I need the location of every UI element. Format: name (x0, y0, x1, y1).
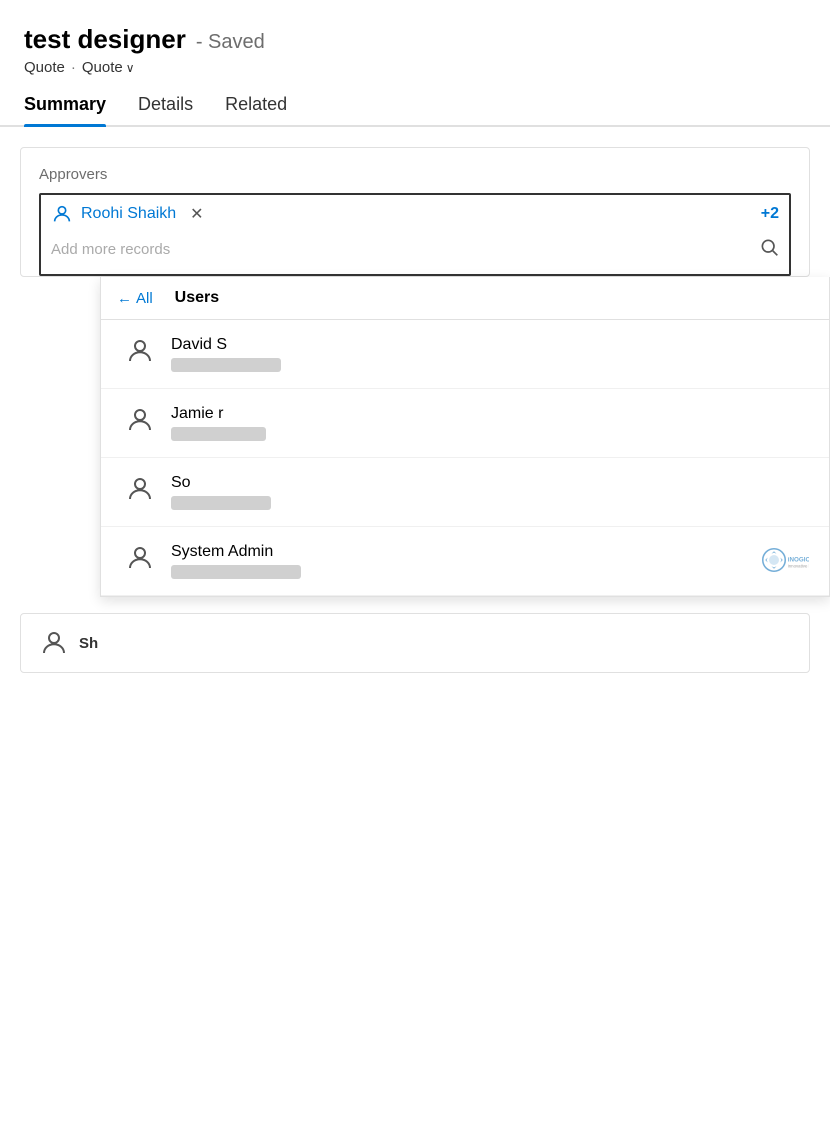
list-item[interactable]: Jamie r (101, 389, 829, 458)
back-label: All (136, 290, 153, 307)
user-name: Jamie r (171, 405, 805, 423)
add-more-placeholder: Add more records (51, 241, 170, 258)
user-sub (171, 496, 271, 510)
breadcrumb: Quote · Quote ∨ (24, 59, 806, 76)
dropdown-header: ← All Users (101, 277, 829, 320)
breadcrumb-entity-dropdown[interactable]: Quote ∨ (82, 59, 135, 76)
inogic-watermark: iNOGIC innovative logic (759, 545, 809, 575)
breadcrumb-separator: · (71, 59, 76, 76)
dropdown-panel: ← All Users David S (100, 277, 830, 597)
approvers-section: Approvers Roohi Shaikh ✕ +2 Add more rec… (20, 147, 810, 277)
remove-approver-button[interactable]: ✕ (190, 204, 203, 224)
approver-tag: Roohi Shaikh ✕ (51, 203, 204, 225)
tab-bar: Summary Details Related (0, 94, 830, 127)
page-title: test designer (24, 24, 186, 55)
tab-summary[interactable]: Summary (24, 94, 106, 125)
person-icon (51, 203, 73, 225)
approvers-input-box[interactable]: Roohi Shaikh ✕ +2 Add more records (39, 193, 791, 276)
person-icon (39, 628, 69, 658)
sh-section: Sh (20, 613, 810, 673)
user-name: So (171, 474, 805, 492)
page-header: test designer - Saved Quote · Quote ∨ (0, 0, 830, 76)
user-sub (171, 358, 281, 372)
user-info: System Admin (171, 543, 805, 579)
search-icon (759, 237, 779, 262)
back-arrow-icon: ← (117, 290, 132, 307)
user-name: System Admin (171, 543, 805, 561)
user-name: David S (171, 336, 805, 354)
approver-name: Roohi Shaikh (81, 205, 176, 223)
user-sub (171, 427, 266, 441)
chevron-down-icon: ∨ (126, 61, 135, 75)
person-icon (125, 336, 155, 366)
inogic-logo-icon: iNOGIC innovative logic (759, 545, 809, 575)
list-item[interactable]: David S (101, 320, 829, 389)
list-item[interactable]: So (101, 458, 829, 527)
approvers-label: Approvers (39, 166, 791, 183)
approver-extra-count: +2 (761, 205, 779, 223)
breadcrumb-entity-label: Quote (82, 59, 123, 76)
back-to-all-button[interactable]: ← All (117, 290, 153, 307)
user-info: David S (171, 336, 805, 372)
tab-details[interactable]: Details (138, 94, 193, 125)
user-info: So (171, 474, 805, 510)
svg-text:iNOGIC: iNOGIC (788, 556, 809, 563)
person-icon (125, 474, 155, 504)
svg-text:innovative logic: innovative logic (788, 564, 809, 569)
user-info: Jamie r (171, 405, 805, 441)
sh-label: Sh (79, 635, 98, 652)
list-item[interactable]: System Admin iNOGIC in (101, 527, 829, 596)
main-content: Approvers Roohi Shaikh ✕ +2 Add more rec… (0, 127, 830, 673)
user-sub (171, 565, 301, 579)
person-icon (125, 543, 155, 573)
tab-related[interactable]: Related (225, 94, 287, 125)
saved-status: - Saved (196, 31, 265, 54)
add-more-row: Add more records (51, 233, 779, 266)
dropdown-category-label: Users (175, 289, 219, 307)
user-list: David S Jamie r (101, 320, 829, 596)
breadcrumb-type: Quote (24, 59, 65, 76)
person-icon (125, 405, 155, 435)
